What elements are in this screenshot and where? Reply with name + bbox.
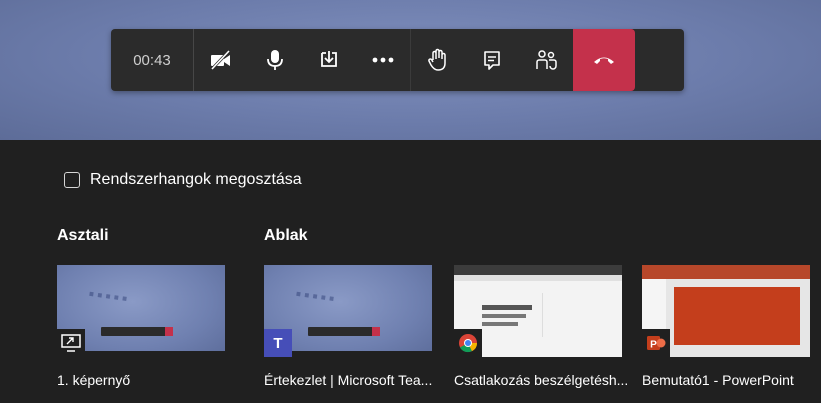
preview-options <box>542 293 595 337</box>
preview-blur: ····· <box>85 282 131 313</box>
window-section-title: Ablak <box>264 227 308 244</box>
powerpoint-icon: P <box>642 329 670 357</box>
desktop-share-thumbnail[interactable]: ····· <box>57 265 225 357</box>
camera-toggle-button[interactable] <box>194 29 248 91</box>
window-share-thumbnail-teams[interactable]: ····· T <box>264 265 432 357</box>
more-options-icon <box>372 57 394 63</box>
participants-icon <box>536 50 557 70</box>
chrome-icon <box>454 329 482 357</box>
preview-toolbar <box>308 327 380 336</box>
share-button[interactable] <box>302 29 356 91</box>
window-item-label-powerpoint: Bemutató1 - PowerPoint <box>642 372 794 388</box>
preview-text-line <box>482 314 526 318</box>
call-timer: 00:43 <box>111 29 194 91</box>
preview-text-line <box>482 322 518 326</box>
teams-icon: T <box>264 329 292 357</box>
meeting-controls-bar: 00:43 <box>111 29 684 91</box>
system-audio-label: Rendszerhangok megosztása <box>90 171 302 188</box>
desktop-section-title: Asztali <box>57 227 109 244</box>
hang-up-button[interactable] <box>573 29 635 91</box>
hang-up-icon <box>594 57 614 64</box>
microphone-button[interactable] <box>248 29 302 91</box>
svg-text:P: P <box>650 340 657 351</box>
window-share-thumbnail-chrome[interactable] <box>454 265 622 357</box>
microphone-icon <box>267 50 283 70</box>
desktop-item-label: 1. képernyő <box>57 372 131 388</box>
participants-button[interactable] <box>519 29 573 91</box>
system-audio-option[interactable]: Rendszerhangok megosztása <box>64 171 302 189</box>
preview-titlebar <box>454 265 622 275</box>
chat-button[interactable] <box>465 29 519 91</box>
preview-toolbar <box>101 327 173 336</box>
system-audio-checkbox[interactable] <box>64 172 80 188</box>
chat-icon <box>484 51 500 70</box>
window-share-thumbnail-powerpoint[interactable]: P <box>642 265 810 357</box>
monitor-share-icon <box>57 329 85 357</box>
share-tray-icon <box>321 51 337 67</box>
camera-off-icon <box>210 50 231 70</box>
preview-text-line <box>482 305 532 310</box>
raise-hand-button[interactable] <box>411 29 465 91</box>
preview-blur: ····· <box>292 282 338 313</box>
preview-slide <box>674 287 800 345</box>
window-item-label-teams: Értekezlet | Microsoft Tea... <box>264 372 433 388</box>
preview-addressbar <box>454 275 622 281</box>
window-item-label-chrome: Csatlakozás beszélgetésh... <box>454 372 629 388</box>
raise-hand-icon <box>428 48 446 71</box>
preview-ribbon <box>642 265 810 279</box>
more-options-button[interactable] <box>356 29 410 91</box>
